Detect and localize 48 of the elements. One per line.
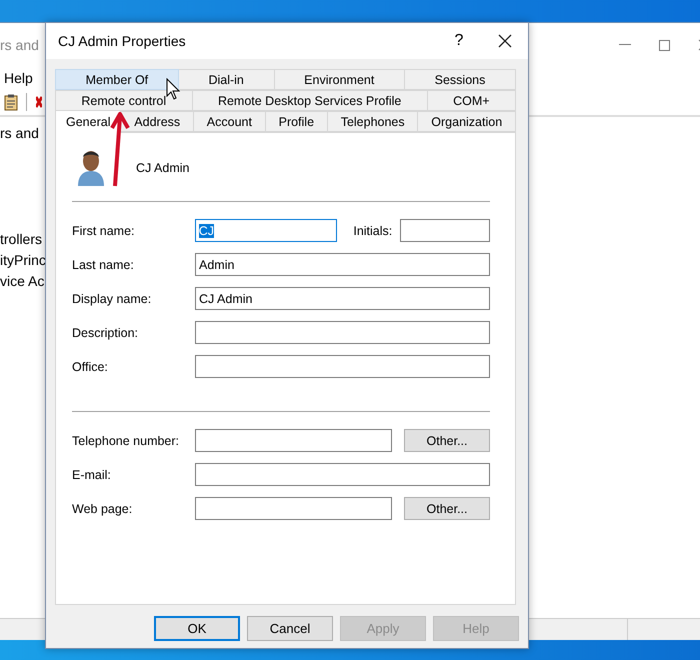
tab[interactable]: Remote control	[55, 90, 193, 111]
tab[interactable]: COM+	[428, 90, 516, 111]
user-icon	[76, 148, 106, 186]
other-button[interactable]: Other...	[404, 497, 490, 520]
field-label: Description:	[72, 326, 139, 340]
tab[interactable]: Member Of	[55, 69, 179, 90]
input-field[interactable]: CJ Admin	[195, 287, 490, 310]
tab[interactable]: Dial-in	[178, 69, 275, 90]
tab[interactable]: Environment	[274, 69, 405, 90]
maximize-icon[interactable]	[659, 40, 670, 50]
tab[interactable]: Address	[121, 111, 194, 132]
tab[interactable]: General	[55, 110, 122, 133]
delete-icon[interactable]	[36, 95, 42, 109]
separator-icon	[26, 93, 28, 111]
tab[interactable]: Remote Desktop Services Profile	[192, 90, 428, 111]
field-label: Office:	[72, 360, 109, 374]
input-field[interactable]	[195, 497, 392, 520]
pointer-cursor-icon	[166, 78, 180, 100]
dialog-button[interactable]: OK	[154, 616, 240, 641]
menu-item[interactable]: Help	[4, 70, 33, 86]
window-title: rs and	[0, 37, 39, 53]
dialog-title: CJ Admin Properties	[58, 33, 187, 49]
field-label: Last name:	[72, 258, 135, 272]
tab[interactable]: Organization	[418, 111, 516, 132]
input-field[interactable]: Admin	[195, 253, 490, 276]
tab[interactable]: Account	[194, 111, 266, 132]
field-label: Display name:	[72, 292, 152, 306]
user-name: CJ Admin	[136, 160, 190, 174]
tab[interactable]: Telephones	[328, 111, 418, 132]
tab[interactable]: Profile	[266, 111, 328, 132]
dialog-button[interactable]: Cancel	[247, 616, 333, 641]
help-button[interactable]: ?	[436, 32, 482, 50]
field-label: Initials:	[353, 224, 394, 238]
field-label: First name:	[72, 224, 136, 238]
field-label: Web page:	[72, 502, 134, 516]
field-label: E-mail:	[72, 468, 112, 482]
input-field[interactable]	[195, 429, 392, 452]
field-label: Telephone number:	[72, 434, 180, 448]
input-field[interactable]: CJ	[194, 219, 338, 242]
close-icon[interactable]	[498, 34, 512, 48]
minimize-icon[interactable]	[619, 44, 631, 46]
input-field[interactable]	[400, 219, 490, 242]
input-field[interactable]	[195, 355, 490, 378]
input-field[interactable]	[195, 321, 490, 344]
tab[interactable]: Sessions	[404, 69, 516, 90]
input-field[interactable]	[195, 463, 490, 486]
other-button[interactable]: Other...	[404, 429, 490, 452]
clipboard-icon[interactable]	[4, 94, 18, 110]
